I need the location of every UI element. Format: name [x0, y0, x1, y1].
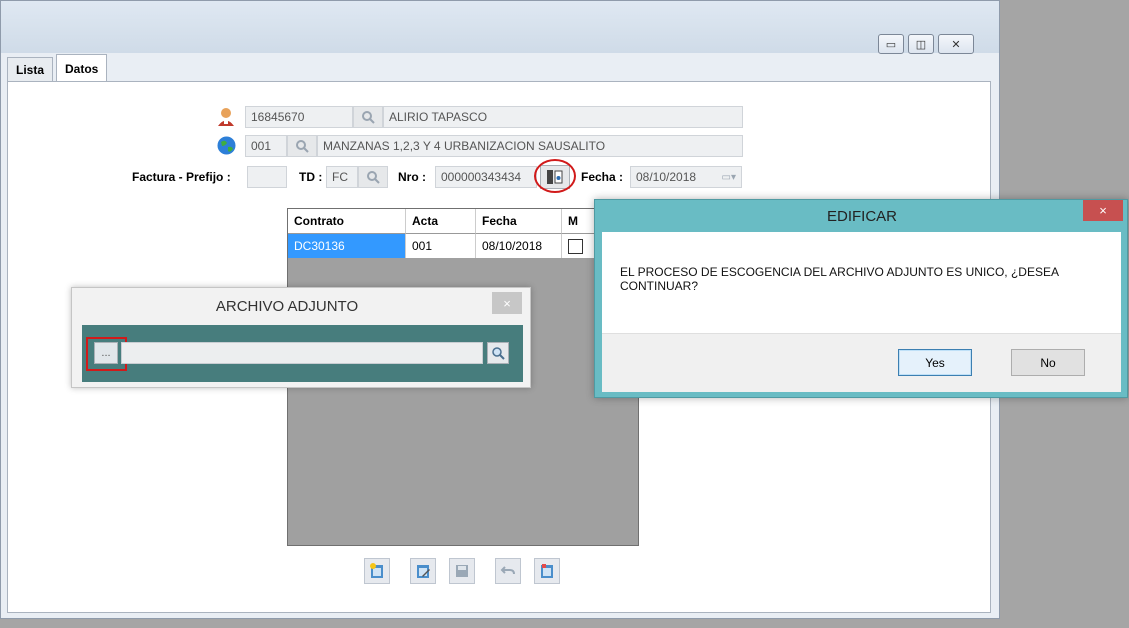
column-header-contrato[interactable]: Contrato [288, 209, 406, 234]
archivo-adjunto-dialog: ARCHIVO ADJUNTO × ... [71, 287, 531, 388]
fecha-value: 08/10/2018 [636, 170, 697, 184]
undo-icon [500, 566, 515, 575]
client-search-button[interactable] [353, 106, 383, 128]
zone-code-field[interactable]: 001 [245, 135, 287, 157]
new-icon [370, 563, 383, 578]
zone-search-button[interactable] [287, 135, 317, 157]
print-record-button[interactable] [534, 558, 560, 584]
edificar-dialog: EDIFICAR × EL PROCESO DE ESCOGENCIA DEL … [594, 199, 1128, 398]
maximize-icon[interactable]: ◫ [908, 34, 934, 54]
edificar-button-bar: Yes No [602, 333, 1121, 392]
save-record-button[interactable] [449, 558, 475, 584]
fecha-label: Fecha : [581, 170, 624, 184]
cell-fecha[interactable]: 08/10/2018 [476, 234, 562, 258]
m-checkbox[interactable] [568, 238, 583, 254]
save-icon [456, 565, 468, 577]
cell-contrato[interactable]: DC30136 [288, 234, 406, 258]
archivo-adjunto-title: ARCHIVO ADJUNTO [215, 298, 359, 315]
minimize-icon[interactable]: ▭ [878, 34, 904, 54]
document-icon [541, 564, 553, 578]
client-code-field[interactable]: 16845670 [245, 106, 353, 128]
search-icon [296, 140, 309, 153]
edit-icon [417, 565, 430, 578]
td-field[interactable]: FC [326, 166, 358, 188]
new-record-button[interactable] [364, 558, 390, 584]
no-button[interactable]: No [1011, 349, 1085, 376]
yes-button[interactable]: Yes [898, 349, 972, 376]
column-header-fecha[interactable]: Fecha [476, 209, 562, 234]
calendar-dropdown-icon[interactable]: ▭▾ [722, 172, 736, 183]
zone-name-field: MANZANAS 1,2,3 Y 4 URBANIZACION SAUSALIT… [317, 135, 743, 157]
edificar-message: EL PROCESO DE ESCOGENCIA DEL ARCHIVO ADJ… [620, 265, 1059, 293]
window-title-bar [1, 1, 999, 53]
search-icon [367, 171, 380, 184]
factura-prefijo-label: Factura - Prefijo : [132, 170, 231, 184]
column-header-acta[interactable]: Acta [406, 209, 476, 234]
file-path-input[interactable] [121, 342, 483, 364]
close-window-icon[interactable]: ✕ [938, 34, 974, 54]
edit-record-button[interactable] [410, 558, 436, 584]
undo-button[interactable] [495, 558, 521, 584]
client-name-field: ALIRIO TAPASCO [383, 106, 743, 128]
factura-prefijo-field[interactable] [247, 166, 287, 188]
edificar-close-button[interactable]: × [1083, 200, 1123, 221]
edificar-message-area: EL PROCESO DE ESCOGENCIA DEL ARCHIVO ADJ… [602, 232, 1121, 333]
nro-field[interactable]: 000000343434 [435, 166, 537, 188]
user-icon [217, 107, 235, 127]
nro-label: Nro : [398, 170, 426, 184]
highlight-circle [534, 159, 576, 193]
td-label: TD : [299, 170, 323, 184]
cell-acta[interactable]: 001 [406, 234, 476, 258]
search-icon [362, 111, 375, 124]
td-search-button[interactable] [358, 166, 388, 188]
search-icon [492, 347, 505, 360]
tab-datos[interactable]: Datos [56, 54, 108, 82]
globe-icon [217, 136, 236, 155]
tab-lista[interactable]: Lista [7, 57, 54, 81]
edificar-title: EDIFICAR [826, 208, 897, 225]
file-search-button[interactable] [487, 342, 509, 364]
archivo-panel: ... [82, 325, 523, 382]
fecha-field[interactable]: 08/10/2018 ▭▾ [630, 166, 742, 188]
archivo-close-button[interactable]: × [492, 292, 522, 314]
